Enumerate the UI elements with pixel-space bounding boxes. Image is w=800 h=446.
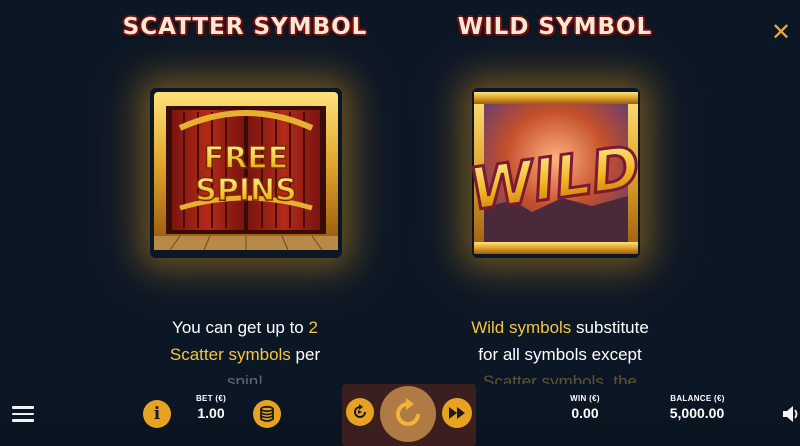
sound-speaker-icon[interactable] — [782, 404, 800, 424]
balance-value: 5,000.00 — [669, 405, 725, 421]
wild-desc-symbols: Wild symbols — [471, 318, 572, 337]
wild-desc-part2: for all symbols except — [478, 345, 642, 364]
spin-button[interactable] — [380, 386, 436, 442]
scatter-symbol-text-spins: SPINS — [195, 173, 296, 208]
win-value: 0.00 — [571, 405, 599, 421]
scatter-symbol-text-free: FREE — [204, 141, 289, 176]
wild-symbol-image: WILD — [464, 88, 645, 258]
bet-value: 1.00 — [197, 405, 225, 421]
autoplay-icon[interactable] — [346, 398, 374, 426]
wild-symbol-title: WILD SYMBOL — [457, 14, 653, 40]
scatter-symbol-title: SCATTER SYMBOL — [122, 14, 368, 40]
wild-description: Wild symbols substitute for all symbols … — [440, 314, 680, 395]
scatter-desc-part2: per — [290, 345, 321, 364]
info-button[interactable]: i — [143, 400, 171, 428]
hamburger-menu-icon[interactable] — [12, 406, 34, 424]
scatter-desc-count: 2 — [308, 318, 318, 337]
close-icon[interactable]: ✕ — [768, 20, 794, 46]
paytable-screen: SCATTER SYMBOL WILD SYMBOL ✕ FREE SPINS … — [0, 0, 800, 446]
scatter-description: You can get up to 2 Scatter symbols per … — [145, 314, 345, 395]
scatter-desc-part1: You can get up to — [172, 318, 309, 337]
bet-settings-coins-icon[interactable] — [253, 400, 281, 428]
balance-label: BALANCE (€) — [670, 394, 725, 403]
turbo-fast-forward-icon[interactable] — [442, 398, 472, 428]
bet-label: BET (€) — [195, 394, 227, 403]
scatter-desc-symbols: Scatter symbols — [169, 345, 291, 364]
win-label: WIN (€) — [570, 394, 600, 403]
wild-desc-part1: substitute — [571, 318, 649, 337]
scatter-symbol-image: FREE SPINS — [150, 88, 342, 258]
